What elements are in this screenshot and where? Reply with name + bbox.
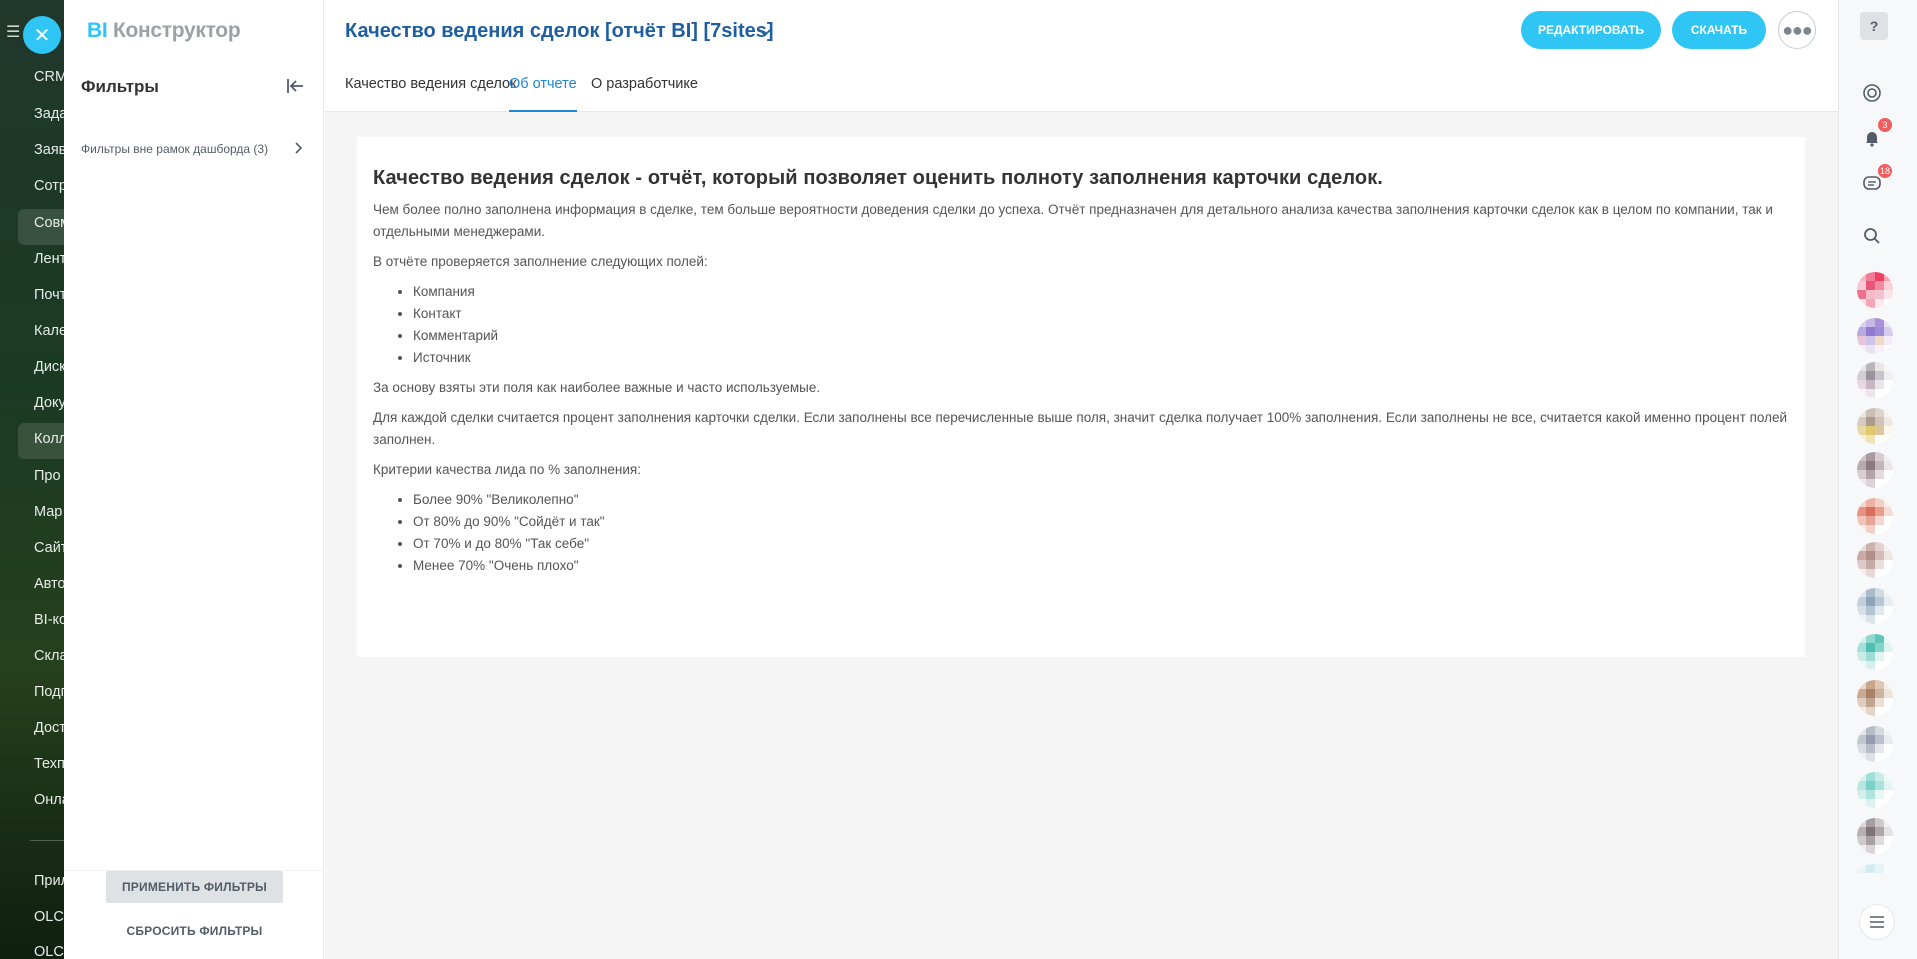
avatar[interactable] <box>1857 726 1893 762</box>
menu-item[interactable]: Почт <box>34 287 66 303</box>
avatar[interactable] <box>1857 864 1893 882</box>
avatar[interactable] <box>1857 818 1893 854</box>
avatar[interactable] <box>1857 272 1893 308</box>
menu-item[interactable]: OLCI <box>34 909 68 925</box>
avatar[interactable] <box>1857 588 1893 624</box>
menu-item[interactable]: Доку <box>34 395 66 411</box>
menu-item[interactable]: Заяв <box>34 142 66 158</box>
help-icon[interactable]: ? <box>1860 12 1888 40</box>
list-item: Контакт <box>413 303 1789 325</box>
avatar[interactable] <box>1857 362 1893 398</box>
avatar[interactable] <box>1857 408 1893 444</box>
notifications-badge: 3 <box>1878 118 1892 132</box>
close-icon: ✕ <box>33 24 51 47</box>
avatar[interactable] <box>1857 634 1893 670</box>
bi-slider-window: BI Конструктор Фильтры Фильтры вне рамок… <box>64 0 1838 959</box>
menu-item[interactable]: Колл <box>34 431 67 447</box>
download-button[interactable]: СКАЧАТЬ <box>1672 11 1766 49</box>
avatar[interactable] <box>1857 542 1893 578</box>
menu-item[interactable]: Диск <box>34 359 66 375</box>
article-paragraph: Для каждой сделки считается процент запо… <box>373 410 1788 447</box>
search-icon[interactable] <box>1856 220 1888 252</box>
report-content: Качество ведения сделок [отчёт BI] [7sit… <box>325 0 1838 959</box>
filters-outside-dashboard-item[interactable]: Фильтры вне рамок дашборда (3) <box>81 139 281 160</box>
article-paragraph: За основу взяты эти поля как наиболее ва… <box>373 380 821 395</box>
article-paragraph: Критерии качества лида по % заполнения: <box>373 462 641 477</box>
tab-deal-quality[interactable]: Качество ведения сделок <box>345 76 516 112</box>
filters-panel: BI Конструктор Фильтры Фильтры вне рамок… <box>64 0 324 959</box>
collapse-panel-icon[interactable] <box>284 75 306 97</box>
more-options-button[interactable]: ●●● <box>1778 11 1816 49</box>
target-icon[interactable] <box>1856 77 1888 109</box>
report-title[interactable]: Качество ведения сделок [отчёт BI] [7sit… <box>345 20 774 43</box>
list-item: Более 90% "Великолепно" <box>413 489 1789 511</box>
menu-item[interactable]: Лент <box>34 251 66 267</box>
criteria-list: Более 90% "Великолепно" От 80% до 90% "С… <box>413 489 1789 577</box>
menu-item[interactable]: Дост <box>34 720 66 736</box>
bi-constructor-logo: BI Конструктор <box>87 19 241 42</box>
list-menu-icon[interactable] <box>1859 904 1895 940</box>
filters-footer: ПРИМЕНИТЬ ФИЛЬТРЫ СБРОСИТЬ ФИЛЬТРЫ <box>64 870 324 959</box>
menu-item[interactable]: Про <box>34 468 61 484</box>
menu-item[interactable]: Мар <box>34 504 62 520</box>
more-dots-icon: ●●● <box>1782 19 1813 40</box>
list-item: Компания <box>413 281 1789 303</box>
menu-item[interactable]: Сайт <box>34 540 67 556</box>
list-item: Менее 70% "Очень плохо" <box>413 555 1789 577</box>
article-paragraph: В отчёте проверяется заполнение следующи… <box>373 254 708 269</box>
list-item: Комментарий <box>413 325 1789 347</box>
avatar[interactable] <box>1857 498 1893 534</box>
report-tabs: Качество ведения сделок Об отчете О разр… <box>325 64 1838 112</box>
menu-item[interactable]: BI-ко <box>34 612 67 628</box>
chevron-down-icon[interactable] <box>757 24 773 40</box>
reset-filters-button[interactable]: СБРОСИТЬ ФИЛЬТРЫ <box>106 915 283 947</box>
chat-icon[interactable]: 18 <box>1856 164 1892 200</box>
avatar[interactable] <box>1857 452 1893 488</box>
apply-filters-button[interactable]: ПРИМЕНИТЬ ФИЛЬТРЫ <box>106 871 283 903</box>
about-report-card: Качество ведения сделок - отчёт, который… <box>357 137 1805 657</box>
menu-item[interactable]: Кале <box>34 323 67 339</box>
menu-item[interactable]: Зада <box>34 106 67 122</box>
report-header: Качество ведения сделок [отчёт BI] [7sit… <box>325 0 1838 112</box>
messages-badge: 18 <box>1877 164 1892 178</box>
menu-item[interactable]: Сотр <box>34 178 67 194</box>
close-slider-button[interactable]: ✕ <box>23 16 61 54</box>
bitrix-left-menu: ☰ CRM Зада Заяв Сотр Совм Лент Почт Кале… <box>0 0 70 959</box>
edit-button[interactable]: РЕДАКТИРОВАТЬ <box>1521 11 1661 49</box>
list-item: От 80% до 90% "Сойдёт и так" <box>413 511 1789 533</box>
avatar[interactable] <box>1857 680 1893 716</box>
avatar[interactable] <box>1857 772 1893 808</box>
list-item: Источник <box>413 347 1789 369</box>
article-paragraph: Чем более полно заполнена информация в с… <box>373 202 1773 239</box>
right-rail: ? 3 18 <box>1838 0 1917 959</box>
filters-title: Фильтры <box>81 77 159 96</box>
fields-list: Компания Контакт Комментарий Источник <box>413 281 1789 369</box>
article-heading: Качество ведения сделок - отчёт, который… <box>373 167 1383 189</box>
menu-item[interactable]: Авто <box>34 576 66 592</box>
menu-item[interactable]: Скла <box>34 648 68 664</box>
tab-about-developer[interactable]: О разработчике <box>591 76 698 112</box>
menu-item[interactable]: CRM <box>34 69 67 85</box>
tab-about-report[interactable]: Об отчете <box>509 76 577 112</box>
list-item: От 70% и до 80% "Так себе" <box>413 533 1789 555</box>
hamburger-icon[interactable]: ☰ <box>6 22 20 42</box>
menu-item[interactable]: OLCI <box>34 944 68 959</box>
avatar[interactable] <box>1857 318 1893 354</box>
menu-item[interactable]: Техп <box>34 756 65 772</box>
chevron-right-icon[interactable] <box>292 140 306 156</box>
bell-icon[interactable]: 3 <box>1856 118 1892 154</box>
